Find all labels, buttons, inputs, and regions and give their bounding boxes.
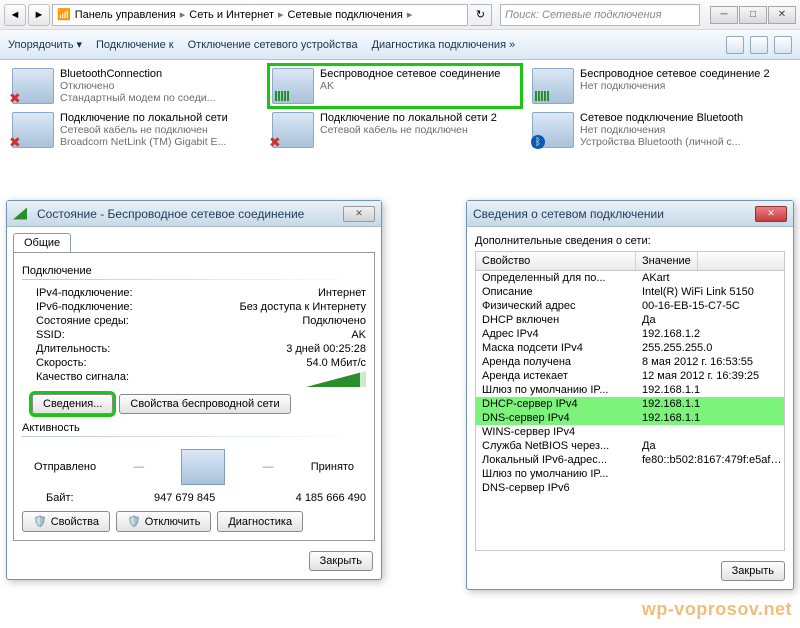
connection-icon <box>12 112 54 148</box>
breadcrumb-bar[interactable]: 📶 Панель управления▸ Сеть и Интернет▸ Се… <box>52 4 468 26</box>
connection-item[interactable]: BluetoothConnectionОтключеноСтандартный … <box>10 66 260 106</box>
tab-general[interactable]: Общие <box>13 233 71 252</box>
table-row[interactable]: DHCP включенДа <box>476 313 784 327</box>
properties-button[interactable]: 🛡️Свойства <box>22 511 110 532</box>
activity-icon <box>181 449 225 485</box>
connection-icon <box>272 68 314 104</box>
details-table: Свойство Значение Определенный для по...… <box>475 251 785 551</box>
close-icon[interactable]: ✕ <box>755 206 787 222</box>
help-icon[interactable] <box>774 36 792 54</box>
connect-to-button[interactable]: Подключение к <box>96 39 174 51</box>
group-activity-label: Активность <box>22 422 366 434</box>
close-button[interactable]: ✕ <box>768 6 796 24</box>
connection-item[interactable]: Подключение по локальной сетиСетевой каб… <box>10 110 260 150</box>
forward-button[interactable]: ► <box>28 4 50 26</box>
dialog-title-bar[interactable]: Состояние - Беспроводное сетевое соедине… <box>7 201 381 227</box>
group-connection-label: Подключение <box>22 265 366 277</box>
wireless-properties-button[interactable]: Свойства беспроводной сети <box>119 394 290 414</box>
signal-icon <box>13 208 27 220</box>
table-row[interactable]: Аренда получена8 мая 2012 г. 16:53:55 <box>476 355 784 369</box>
details-subtitle: Дополнительные сведения о сети: <box>475 235 785 247</box>
table-row[interactable]: Адрес IPv4192.168.1.2 <box>476 327 784 341</box>
table-row[interactable]: DHCP-сервер IPv4192.168.1.1 <box>476 397 784 411</box>
disable-device-button[interactable]: Отключение сетевого устройства <box>188 39 358 51</box>
table-row[interactable]: Шлюз по умолчанию IP...192.168.1.1 <box>476 383 784 397</box>
organize-menu[interactable]: Упорядочить ▾ <box>8 38 82 51</box>
folder-icon: 📶 <box>57 8 71 21</box>
table-row[interactable]: WINS-сервер IPv4 <box>476 425 784 439</box>
view-icon[interactable] <box>726 36 744 54</box>
connection-item[interactable]: Беспроводное сетевое соединение 2Нет под… <box>530 66 780 106</box>
table-row[interactable]: DNS-сервер IPv6 <box>476 481 784 495</box>
table-row[interactable]: DNS-сервер IPv4192.168.1.1 <box>476 411 784 425</box>
close-status-button[interactable]: Закрыть <box>309 551 373 571</box>
dialog-title-bar[interactable]: Сведения о сетевом подключении ✕ <box>467 201 793 227</box>
maximize-button[interactable]: □ <box>739 6 767 24</box>
connection-icon <box>532 112 574 148</box>
preview-pane-icon[interactable] <box>750 36 768 54</box>
table-row[interactable]: Определенный для по...AKart <box>476 271 784 285</box>
close-icon[interactable]: ✕ <box>343 206 375 222</box>
table-row[interactable]: Служба NetBIOS через...Да <box>476 439 784 453</box>
connection-icon <box>12 68 54 104</box>
breadcrumb[interactable]: Панель управления▸ Сеть и Интернет▸ Сете… <box>75 8 413 21</box>
table-row[interactable]: ОписаниеIntel(R) WiFi Link 5150 <box>476 285 784 299</box>
table-row[interactable]: Шлюз по умолчанию IP... <box>476 467 784 481</box>
connection-icon <box>272 112 314 148</box>
details-button[interactable]: Сведения... <box>32 394 113 414</box>
table-row[interactable]: Аренда истекает12 мая 2012 г. 16:39:25 <box>476 369 784 383</box>
connection-item[interactable]: Подключение по локальной сети 2Сетевой к… <box>270 110 520 150</box>
table-row[interactable]: Физический адрес00-16-EB-15-C7-5C <box>476 299 784 313</box>
table-row[interactable]: Маска подсети IPv4255.255.255.0 <box>476 341 784 355</box>
connections-area: BluetoothConnectionОтключеноСтандартный … <box>0 60 800 200</box>
minimize-button[interactable]: ─ <box>710 6 738 24</box>
refresh-button[interactable]: ↻ <box>470 4 492 26</box>
table-row[interactable]: Локальный IPv6-адрес...fe80::b502:8167:4… <box>476 453 784 467</box>
diagnose-button[interactable]: Диагностика <box>217 511 303 532</box>
wifi-status-dialog: Состояние - Беспроводное сетевое соедине… <box>6 200 382 580</box>
signal-bars-icon <box>306 371 366 387</box>
connection-icon <box>532 68 574 104</box>
back-button[interactable]: ◄ <box>4 4 26 26</box>
explorer-address-bar: ◄ ► 📶 Панель управления▸ Сеть и Интернет… <box>0 0 800 30</box>
connection-item[interactable]: Беспроводное сетевое соединениеAK <box>270 66 520 106</box>
column-value[interactable]: Значение <box>636 252 698 270</box>
folder-toolbar: Упорядочить ▾ Подключение к Отключение с… <box>0 30 800 60</box>
diagnostics-button[interactable]: Диагностика подключения » <box>372 39 516 51</box>
network-details-dialog: Сведения о сетевом подключении ✕ Дополни… <box>466 200 794 590</box>
watermark-text: wp-voprosov.net <box>642 599 792 620</box>
shield-icon: 🛡️ <box>33 515 47 528</box>
close-details-button[interactable]: Закрыть <box>721 561 785 581</box>
connection-item[interactable]: Сетевое подключение BluetoothНет подключ… <box>530 110 780 150</box>
shield-icon: 🛡️ <box>127 515 141 528</box>
disable-button[interactable]: 🛡️Отключить <box>116 511 211 532</box>
column-property[interactable]: Свойство <box>476 252 636 270</box>
search-input[interactable]: Поиск: Сетевые подключения <box>500 4 700 26</box>
